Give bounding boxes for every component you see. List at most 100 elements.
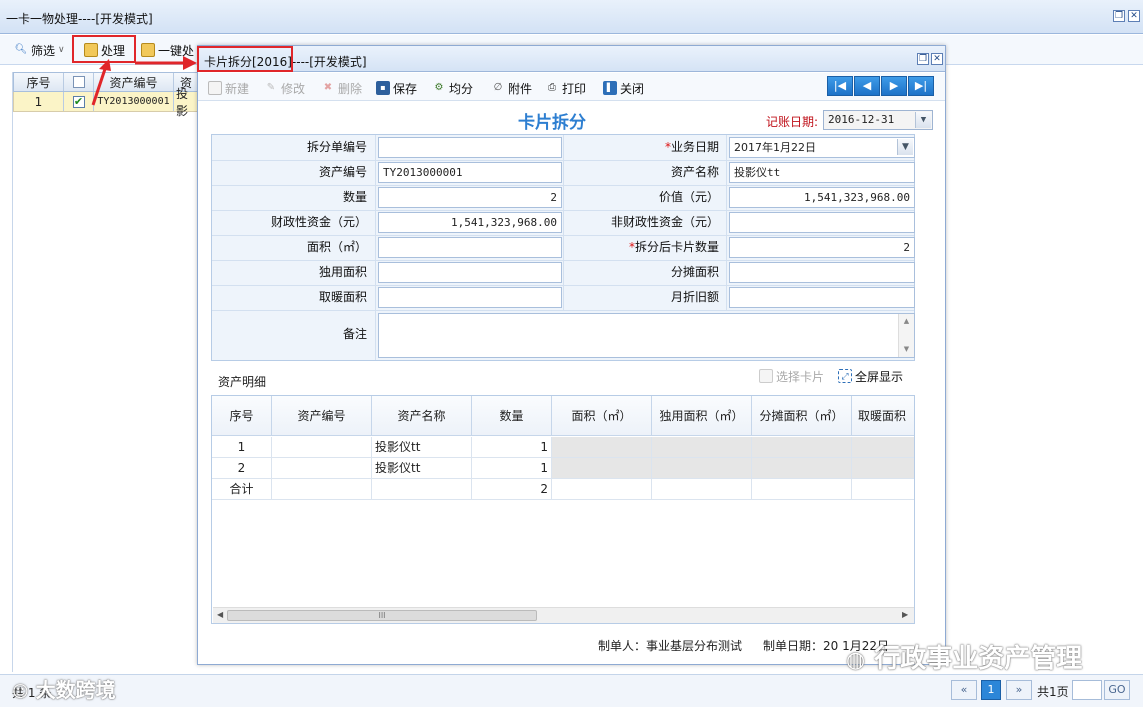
next-record-button[interactable]: ▶: [881, 76, 907, 96]
delete-icon: ✖: [323, 82, 333, 93]
own-area-label: 独用面积: [318, 265, 367, 279]
col-header: 分摊面积（㎡）: [752, 396, 852, 436]
print-button[interactable]: ⎙ 打印: [545, 79, 586, 97]
detail-row-asset-no[interactable]: [272, 458, 372, 479]
total-cell: [552, 479, 652, 500]
detail-row-qty[interactable]: 1: [472, 458, 552, 479]
dialog-titlebar: 卡片拆分[2016]----[开发模式] ❐ ✕: [198, 46, 945, 72]
arrow-up-line: [91, 68, 107, 106]
monthly-dep-input[interactable]: [729, 287, 915, 308]
shared-area-input[interactable]: [729, 262, 915, 283]
form-heading: 卡片拆分: [518, 113, 586, 133]
last-record-button[interactable]: ▶|: [908, 76, 934, 96]
close-button[interactable]: ▌ 关闭: [603, 79, 644, 97]
col-header: 资产名称: [372, 396, 472, 436]
asset-no-input[interactable]: TY2013000001: [378, 162, 562, 183]
chevron-down-icon: ∨: [58, 45, 65, 55]
nonfiscal-label: 非财政性资金（元）: [610, 215, 719, 229]
heat-area-input[interactable]: [378, 287, 562, 308]
delete-button[interactable]: ✖ 删除: [321, 79, 362, 97]
save-button[interactable]: ▪ 保存: [376, 79, 417, 97]
save-icon: ▪: [376, 81, 390, 95]
total-cell: [852, 479, 914, 500]
detail-row-asset-no[interactable]: [272, 437, 372, 458]
watermark-left-text: 大数跨境: [35, 678, 116, 702]
prev-page-button[interactable]: «: [951, 680, 977, 700]
card-icon: [759, 369, 773, 383]
total-label: 合计: [212, 479, 272, 500]
close-label: 关闭: [620, 81, 645, 96]
detail-row-name[interactable]: 投影仪tt: [372, 437, 472, 458]
horizontal-scrollbar[interactable]: ◀ III ▶: [213, 607, 914, 623]
detail-row-area: [552, 437, 652, 458]
split-even-button[interactable]: ⚙ 均分: [432, 79, 474, 97]
split-count-input[interactable]: 2: [729, 237, 915, 258]
value-input[interactable]: 1,541,323,968.00: [729, 187, 915, 208]
fullscreen-button[interactable]: ⤢ 全屏显示: [838, 367, 903, 385]
select-all-checkbox[interactable]: [72, 76, 85, 88]
attachment-button[interactable]: ∅ 附件: [491, 79, 532, 97]
qty-label: 数量: [342, 190, 367, 204]
chevron-down-icon[interactable]: ▼: [897, 139, 913, 155]
area-input[interactable]: [378, 237, 562, 258]
nonfiscal-input[interactable]: [729, 212, 915, 233]
page-input[interactable]: [1072, 680, 1102, 700]
split-no-input[interactable]: [378, 137, 562, 158]
scroll-thumb[interactable]: III: [227, 610, 537, 621]
asset-detail-grid: 序号 资产编号 资产名称 数量 面积（㎡） 独用面积（㎡） 分摊面积（㎡） 取暖…: [211, 395, 915, 624]
restore-icon[interactable]: ❐: [1113, 10, 1125, 22]
close-icon[interactable]: ✕: [1128, 10, 1140, 22]
total-cell: [652, 479, 752, 500]
detail-row-qty[interactable]: 1: [472, 437, 552, 458]
area-label: 面积（㎡）: [306, 240, 367, 254]
detail-row-index: 2: [212, 458, 272, 479]
split-count-label: *拆分后卡片数量: [628, 240, 719, 254]
biz-date-label: *业务日期: [664, 140, 719, 154]
highlight-title-box: [197, 46, 293, 72]
close-icon[interactable]: ✕: [931, 53, 943, 65]
scroll-right-icon[interactable]: ▶: [902, 610, 908, 619]
total-cell: [272, 479, 372, 500]
attachment-label: 附件: [508, 81, 533, 96]
value-label: 价值（元）: [658, 190, 719, 204]
divider: [375, 135, 376, 360]
scroll-grip: III: [378, 611, 386, 620]
fullscreen-label: 全屏显示: [855, 369, 904, 384]
remark-textarea[interactable]: [378, 313, 915, 358]
arrow-up-head: [99, 59, 111, 71]
split-icon: ⚙: [434, 82, 444, 93]
own-area-input[interactable]: [378, 262, 562, 283]
go-button[interactable]: GO: [1104, 680, 1130, 700]
prev-record-button[interactable]: ◀: [854, 76, 880, 96]
asset-name-input[interactable]: 投影仪tt: [729, 162, 915, 183]
restore-icon[interactable]: ❐: [917, 53, 929, 65]
remark-scrollbar[interactable]: ▲ ▼: [898, 314, 914, 357]
watermark-logo-icon: ☺: [12, 682, 29, 701]
new-button[interactable]: 新建: [208, 79, 249, 97]
record-date-select[interactable]: 2016-12-31 ▼: [823, 110, 933, 130]
edit-button[interactable]: ✎ 修改: [264, 79, 305, 97]
qty-input[interactable]: 2: [378, 187, 562, 208]
shared-area-label: 分摊面积: [670, 265, 719, 279]
detail-row-own-area: [652, 458, 752, 479]
biz-date-select[interactable]: 2017年1月22日 ▼: [729, 137, 915, 158]
scroll-left-icon[interactable]: ◀: [217, 610, 223, 619]
col-header: 序号: [212, 396, 272, 436]
col-header: 独用面积（㎡）: [652, 396, 752, 436]
filter-button[interactable]: 🔍︎ 筛选 ∨: [14, 41, 65, 59]
first-record-button[interactable]: |◀: [827, 76, 853, 96]
fiscal-input[interactable]: 1,541,323,968.00: [378, 212, 562, 233]
total-qty: 2: [472, 479, 552, 500]
total-cell: [752, 479, 852, 500]
watermark-right: ◍ 行政事业资产管理: [846, 638, 1082, 675]
detail-row-name[interactable]: 投影仪tt: [372, 458, 472, 479]
new-doc-icon: [208, 81, 222, 95]
row-checkbox[interactable]: ✔: [72, 95, 85, 108]
split-count-label-text: 拆分后卡片数量: [634, 240, 719, 254]
next-page-button[interactable]: »: [1006, 680, 1032, 700]
divider: [726, 135, 727, 310]
chevron-down-icon[interactable]: ▼: [915, 112, 931, 128]
select-card-button[interactable]: 选择卡片: [759, 367, 824, 385]
current-page[interactable]: 1: [981, 680, 1001, 700]
col-header: 数量: [472, 396, 552, 436]
